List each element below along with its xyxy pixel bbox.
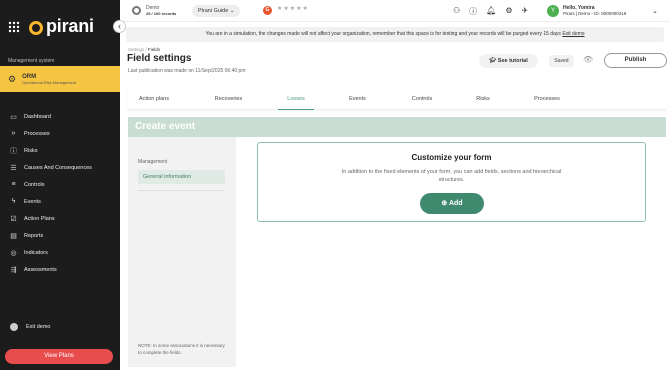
customize-description: In addition to the fixed elements of you… (341, 169, 562, 183)
graduation-cap-icon: 🎓︎ (489, 58, 498, 64)
sidebar-item-label: Dashboard (24, 113, 51, 120)
see-tutorial-label: See tutorial (497, 58, 528, 64)
checkbox-icon: ☑ (10, 215, 17, 223)
sidebar-item-action-plans[interactable]: ☑ Action Plans (0, 210, 120, 227)
exit-icon (10, 323, 18, 331)
add-user-icon[interactable]: ⚇ (453, 6, 460, 17)
tab-controls[interactable]: Controls (403, 88, 441, 110)
sidebar-item-label: Assessments (24, 266, 57, 273)
guide-label: Pirani Guide (198, 8, 229, 14)
demo-records: 29 / 100 records (146, 11, 177, 16)
gear-icon: ⚙ (8, 73, 17, 84)
sidebar-item-processes[interactable]: » Processes (0, 125, 120, 142)
sidebar-item-label: Events (24, 198, 41, 205)
tab-risks[interactable]: Risks (468, 88, 498, 110)
form-sections-panel: Management General information NOTE: In … (128, 137, 236, 367)
top-icons: ⚇ ⓘ 🔔︎ ⚙ ✈ (453, 6, 528, 17)
saved-badge: Saved (549, 55, 574, 67)
bell-icon[interactable]: 🔔︎ (486, 6, 496, 17)
associations-note: NOTE: In some associations it is necessa… (138, 343, 225, 355)
tab-processes[interactable]: Processes (526, 88, 568, 110)
demo-indicator: Demo 29 / 100 records (132, 5, 176, 16)
avatar[interactable]: Y (547, 5, 559, 17)
breadcrumb-settings[interactable]: Settings (128, 47, 144, 52)
logo-row: pirani (8, 16, 94, 37)
exit-demo-label: Exit demo (26, 324, 51, 330)
divider (138, 190, 225, 191)
sidebar-item-reports[interactable]: ▤ Reports (0, 227, 120, 244)
pirani-guide-dropdown[interactable]: Pirani Guide ⌄ (192, 5, 241, 17)
rating-stars-icon[interactable]: ★★★★★ (277, 5, 309, 12)
see-tutorial-button[interactable]: 🎓︎ See tutorial (479, 54, 538, 68)
help-icon[interactable]: ⓘ (469, 6, 477, 17)
page-title: Field settings (127, 53, 192, 64)
sidebar-item-indicators[interactable]: ◎ Indicators (0, 244, 120, 261)
tab-events[interactable]: Events (340, 88, 375, 110)
document-icon: ▤ (10, 232, 17, 240)
top-bar: Demo 29 / 100 records Pirani Guide ⌄ G ★… (120, 0, 670, 22)
general-information-item[interactable]: General information (138, 170, 225, 184)
sidebar-item-label: Action Plans (24, 215, 55, 222)
monitor-icon: ▭ (10, 113, 17, 121)
list-icon: ☰ (10, 164, 17, 172)
simulation-banner: You are in a simulation, the changes mad… (126, 27, 664, 42)
plus-circle-icon: ⊕ (441, 200, 449, 207)
banner-exit-link[interactable]: Exit demo (562, 31, 584, 37)
sidebar-item-risks[interactable]: ⓘ Risks (0, 142, 120, 159)
collapse-sidebar-button[interactable]: ‹ (113, 20, 126, 33)
sidebar-item-label: Controls (24, 181, 45, 188)
user-org: Pirani | Demo - ID: 0000000419 (563, 11, 627, 16)
breadcrumb: Settings / Fields (128, 47, 161, 52)
chevron-down-icon: ⌄ (229, 8, 235, 14)
tab-losses[interactable]: Losses (278, 88, 314, 110)
add-button[interactable]: ⊕ Add (420, 193, 484, 214)
brand-logo: pirani (29, 16, 94, 37)
breadcrumb-fields: Fields (148, 47, 161, 52)
brand-logo-icon (29, 20, 43, 35)
lightning-icon: ϟ (11, 198, 16, 205)
progress-ring-icon (132, 6, 141, 15)
sidebar: pirani Management system ⚙ ORM Operation… (0, 0, 120, 370)
target-icon: ◎ (10, 249, 17, 257)
sidebar-item-label: Risks (24, 147, 38, 154)
management-system-label: Management system (8, 58, 55, 64)
orm-module-item[interactable]: ⚙ ORM Operational Risk Management (0, 66, 120, 92)
add-label: Add (448, 200, 463, 207)
customize-title: Customize your form (411, 153, 492, 162)
brand-name: pirani (46, 16, 94, 36)
sidebar-item-dashboard[interactable]: ▭ Dashboard (0, 108, 120, 125)
user-menu-chevron-icon[interactable]: ⌄ (652, 7, 658, 15)
sidebar-item-controls[interactable]: ≡ Controls (0, 176, 120, 193)
banner-text: You are in a simulation, the changes mad… (205, 31, 561, 37)
sidebar-item-assessments[interactable]: ⇶ Assessments (0, 261, 120, 278)
user-info: Hello, Yomira Pirani | Demo - ID: 000000… (563, 5, 626, 16)
gear-icon[interactable]: ⚙ (505, 6, 512, 17)
apps-grid-icon[interactable] (8, 21, 20, 33)
view-plans-button[interactable]: View Plans (5, 349, 113, 364)
sidebar-item-label: Reports (24, 232, 44, 239)
eye-icon[interactable]: 👁︎ (583, 55, 593, 64)
sidebar-item-causes[interactable]: ☰ Causes And Consequences (0, 159, 120, 176)
sidebar-item-label: Indicators (24, 249, 48, 256)
tab-bar: Action plans Recoveries Losses Events Co… (128, 88, 666, 110)
tab-action-plans[interactable]: Action plans (128, 88, 180, 110)
sidebar-item-events[interactable]: ϟ Events (0, 193, 120, 210)
publish-button[interactable]: Publish (604, 53, 667, 68)
orm-subtitle: Operational Risk Management (22, 79, 77, 85)
alert-icon: ⓘ (10, 147, 17, 155)
create-event-header: Create event (128, 117, 666, 137)
chevrons-icon: » (11, 130, 16, 137)
management-section-label: Management (138, 159, 168, 165)
rocket-icon[interactable]: ✈ (522, 6, 529, 17)
exit-demo-button[interactable]: Exit demo (10, 323, 50, 331)
sidebar-item-label: Processes (24, 130, 50, 137)
assessment-icon: ⇶ (10, 266, 17, 274)
sliders-icon: ≡ (11, 181, 16, 188)
last-publication-text: Last publication was made on 11/Sep/2025… (128, 68, 246, 74)
sidebar-item-label: Causes And Consequences (24, 164, 92, 171)
tab-recoveries[interactable]: Recoveries (206, 88, 251, 110)
sidebar-menu: ▭ Dashboard » Processes ⓘ Risks ☰ Causes And… (0, 108, 120, 278)
customize-form-card: Customize your form In addition to the f… (257, 142, 646, 222)
g2-icon[interactable]: G (263, 6, 272, 15)
